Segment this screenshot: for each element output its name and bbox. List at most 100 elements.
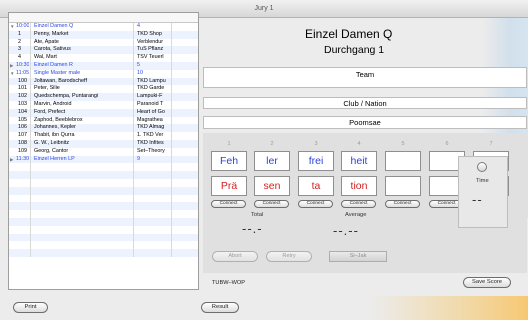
retry-button[interactable]: Retry xyxy=(266,251,312,262)
extra-cell xyxy=(171,249,198,257)
column-number: 3 xyxy=(314,141,318,147)
extra-cell xyxy=(171,69,198,78)
name-cell xyxy=(30,217,133,226)
connect-button-3[interactable]: Connect xyxy=(298,200,333,208)
si-jak-button[interactable]: Si–Jak xyxy=(329,251,387,262)
save-score-button[interactable]: Save Score xyxy=(463,277,511,288)
event-title: Einzel Damen Q xyxy=(305,27,393,41)
name-cell xyxy=(30,186,133,195)
club-cell: Lampuki-F xyxy=(133,93,171,101)
table-group-row[interactable]: ▼ 10:00 Einzel Damen Q4 xyxy=(9,23,198,31)
column-number: 5 xyxy=(401,141,405,147)
name-cell: Single Master male xyxy=(30,69,133,78)
time-label: Time xyxy=(476,178,489,184)
extra-cell xyxy=(171,194,198,203)
table-row[interactable]: 1 Penny, Market TKD Shop xyxy=(9,30,198,39)
row-number: 109 xyxy=(18,147,27,154)
row-number: 104 xyxy=(18,108,27,115)
name-cell xyxy=(30,249,133,257)
row-number: 10:30 xyxy=(16,61,29,68)
row-number: 102 xyxy=(18,93,27,100)
club-cell: 10 xyxy=(133,69,171,78)
row-number: 105 xyxy=(18,116,27,123)
table-row[interactable]: 108 G. W., Leibnitz TKD Infites xyxy=(9,139,198,148)
row-number-cell: 106 xyxy=(9,124,29,132)
table-row[interactable]: 100 Joltawan, Barodscheff TKD Lampu xyxy=(9,77,198,86)
schedule-table[interactable]: ▼ 10:00 Einzel Damen Q 4 1 Penny, Market TKD S… xyxy=(8,12,199,290)
extra-cell xyxy=(171,77,198,86)
score-red-4[interactable]: tion xyxy=(341,176,377,196)
name-cell xyxy=(30,241,133,250)
club-cell xyxy=(133,178,171,187)
disclosure-triangle-icon[interactable]: ▶ xyxy=(10,156,13,164)
club-cell: 9 xyxy=(133,155,171,164)
result-button[interactable]: Result xyxy=(201,302,239,313)
score-blue-1[interactable]: Feh xyxy=(211,151,247,171)
club-cell: TKD Infites xyxy=(133,139,171,148)
name-cell: Einzel Damen R xyxy=(30,61,133,70)
club-cell xyxy=(133,171,171,179)
table-row[interactable]: 101 Peter, Silie TKD Garde xyxy=(9,85,198,94)
table-row[interactable]: 107 Thabit, ibn Qurra 1. TKD Ver xyxy=(9,132,198,140)
extra-cell xyxy=(171,85,198,94)
column-number: 7 xyxy=(489,141,493,147)
poomsae-field: Poomsae xyxy=(203,116,527,129)
extra-cell xyxy=(171,155,198,164)
row-number-cell: 2 xyxy=(9,39,29,47)
club-cell xyxy=(133,225,171,234)
team-field: Team xyxy=(203,67,527,88)
window: Jury 1 ▼ 10:00 Einzel Damen Q 4 1 Penny, Mark… xyxy=(0,0,528,320)
connect-button-5[interactable]: Connect xyxy=(385,200,420,208)
column-number: 2 xyxy=(270,141,274,147)
table-row[interactable]: 2 Ate, Apate Verblendur xyxy=(9,38,198,47)
table-row[interactable]: 104 Ford, Prefect Heart of Go xyxy=(9,108,198,117)
table-row[interactable]: 109 Georg, Cantor Set–Theory xyxy=(9,147,198,156)
round-title: Durchgang 1 xyxy=(324,44,385,56)
timer-indicator-icon[interactable] xyxy=(477,162,487,172)
club-cell: TuS Pflanz xyxy=(133,46,171,55)
score-red-2[interactable]: sen xyxy=(254,176,290,196)
extra-cell xyxy=(171,139,198,148)
row-number-cell: 109 xyxy=(9,148,29,156)
table-row[interactable]: 105 Zaphod, Beeblebrox Magrathea xyxy=(9,116,198,125)
score-red-5[interactable] xyxy=(385,176,421,196)
score-blue-2[interactable]: ler xyxy=(254,151,290,171)
score-blue-3[interactable]: frei xyxy=(298,151,334,171)
column-number: 1 xyxy=(227,141,231,147)
extra-cell xyxy=(171,202,198,211)
table-row[interactable]: 102 Quedschempa, Puntarangi Lampuki-F xyxy=(9,93,198,101)
extra-cell xyxy=(171,241,198,250)
disclosure-triangle-icon[interactable]: ▶ xyxy=(10,62,13,70)
table-group-row[interactable]: ▼ 11:05 Single Master male 10 xyxy=(9,69,198,78)
abort-button[interactable]: Abort xyxy=(212,251,258,262)
club-cell: TKD Garde xyxy=(133,85,171,94)
score-blue-4[interactable]: heit xyxy=(341,151,377,171)
table-row[interactable]: 106 Johannes, Kepler TKD Almag xyxy=(9,124,198,133)
name-cell: Georg, Cantor xyxy=(30,147,133,156)
table-empty-row xyxy=(9,210,198,218)
table-row[interactable]: 3 Carota, Sativus TuS Pflanz xyxy=(9,46,198,55)
print-button[interactable]: Print xyxy=(13,302,48,313)
disclosure-triangle-icon[interactable]: ▼ xyxy=(10,70,14,78)
name-cell: Ford, Prefect xyxy=(30,108,133,117)
connect-button-2[interactable]: Connect xyxy=(254,200,289,208)
average-label: Average xyxy=(345,212,367,218)
connect-button-4[interactable]: Connect xyxy=(341,200,376,208)
name-cell xyxy=(30,163,133,172)
extra-cell xyxy=(171,93,198,101)
row-number: 10:00 xyxy=(16,23,29,29)
score-red-3[interactable]: ta xyxy=(298,176,334,196)
score-blue-5[interactable] xyxy=(385,151,421,171)
table-row[interactable]: 4 Wal, Mart TSV Teuerl xyxy=(9,54,198,62)
total-value: --.- xyxy=(242,221,263,236)
club-cell: Set–Theory xyxy=(133,147,171,156)
score-red-1[interactable]: Prä xyxy=(211,176,247,196)
extra-cell xyxy=(171,46,198,55)
extra-cell xyxy=(171,108,198,117)
table-group-row[interactable]: ▶ 11:30 Einzel Herren LP 9 xyxy=(9,155,198,164)
table-row[interactable]: 103 Marvin, Android Paranoid T xyxy=(9,100,198,109)
connect-button-1[interactable]: Connect xyxy=(211,200,246,208)
table-group-row[interactable]: ▶ 10:30 Einzel Damen R5 xyxy=(9,61,198,70)
club-cell: TKD Almag xyxy=(133,124,171,133)
disclosure-triangle-icon[interactable]: ▼ xyxy=(10,23,14,31)
